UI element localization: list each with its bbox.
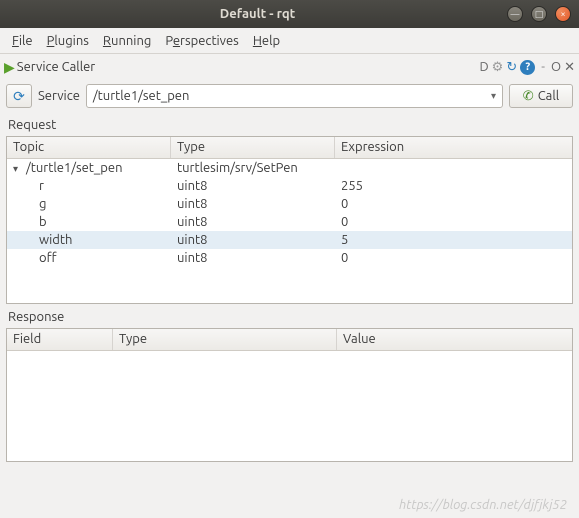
dock-icon[interactable]: D [479, 60, 488, 74]
response-tree[interactable]: Field Type Value [6, 328, 573, 462]
request-header-type[interactable]: Type [171, 137, 335, 158]
response-label: Response [0, 304, 579, 328]
response-header-type[interactable]: Type [113, 329, 337, 350]
table-row[interactable]: guint80 [7, 195, 572, 213]
call-button-label: Call [538, 89, 559, 103]
call-button[interactable]: ✆ Call [509, 84, 573, 108]
plugin-header-controls: D ⚙ ↻ ? - O ✕ [479, 60, 575, 75]
service-label: Service [38, 89, 80, 103]
cell-expression[interactable]: 255 [335, 179, 572, 193]
help-icon[interactable]: ? [520, 60, 535, 75]
service-combobox-value: /turtle1/set_pen [93, 89, 491, 103]
refresh-button[interactable]: ⟳ [6, 84, 32, 108]
cell-type: turtlesim/srv/SetPen [171, 161, 335, 175]
table-row[interactable]: buint80 [7, 213, 572, 231]
request-tree-header: Topic Type Expression [7, 137, 572, 159]
window-title: Default - rqt [8, 7, 507, 21]
response-tree-header: Field Type Value [7, 329, 572, 351]
cell-type: uint8 [171, 179, 335, 193]
maximize-plugin-icon[interactable]: O [551, 60, 561, 74]
phone-icon: ✆ [523, 89, 534, 104]
window-maximize-button[interactable]: □ [531, 6, 547, 22]
table-row[interactable]: ruint8255 [7, 177, 572, 195]
table-row[interactable]: widthuint85 [7, 231, 572, 249]
window-close-button[interactable]: × [555, 6, 571, 22]
table-row[interactable]: ▾ /turtle1/set_penturtlesim/srv/SetPen [7, 159, 572, 177]
menu-help[interactable]: Help [247, 32, 286, 50]
plugin-title: Service Caller [17, 60, 480, 74]
service-combobox[interactable]: /turtle1/set_pen ▾ [86, 84, 503, 108]
request-tree-body: ▾ /turtle1/set_penturtlesim/srv/SetPenru… [7, 159, 572, 267]
chevron-down-icon: ▾ [491, 90, 496, 102]
cell-expression[interactable]: 5 [335, 233, 572, 247]
plugin-header: ▶ Service Caller D ⚙ ↻ ? - O ✕ [0, 54, 579, 80]
menu-plugins[interactable]: Plugins [41, 32, 95, 50]
separator: - [541, 60, 545, 74]
watermark: https://blog.csdn.net/djfjkj52 [399, 498, 567, 512]
expander-icon[interactable]: ▾ [13, 163, 23, 175]
plugin-arrow-icon: ▶ [4, 59, 15, 76]
menu-running[interactable]: Running [97, 32, 157, 50]
cell-type: uint8 [171, 251, 335, 265]
menu-bar: File Plugins Running Perspectives Help [0, 28, 579, 54]
cell-expression[interactable]: 0 [335, 215, 572, 229]
refresh-icon: ⟳ [13, 88, 25, 105]
window-controls: — □ × [507, 6, 571, 22]
response-header-field[interactable]: Field [7, 329, 113, 350]
cell-topic: g [7, 197, 171, 211]
response-header-value[interactable]: Value [337, 329, 572, 350]
request-header-expression[interactable]: Expression [335, 137, 572, 158]
gear-icon[interactable]: ⚙ [492, 60, 504, 75]
cell-topic: off [7, 251, 171, 265]
cell-topic: width [7, 233, 171, 247]
service-row: ⟳ Service /turtle1/set_pen ▾ ✆ Call [0, 80, 579, 112]
table-row[interactable]: offuint80 [7, 249, 572, 267]
cell-topic: b [7, 215, 171, 229]
window-minimize-button[interactable]: — [507, 6, 523, 22]
request-label: Request [0, 112, 579, 136]
cell-topic: ▾ /turtle1/set_pen [7, 161, 171, 175]
request-tree[interactable]: Topic Type Expression ▾ /turtle1/set_pen… [6, 136, 573, 304]
cell-type: uint8 [171, 215, 335, 229]
reload-icon[interactable]: ↻ [506, 60, 517, 75]
cell-expression[interactable]: 0 [335, 197, 572, 211]
menu-perspectives[interactable]: Perspectives [159, 32, 244, 50]
cell-type: uint8 [171, 197, 335, 211]
window-titlebar: Default - rqt — □ × [0, 0, 579, 28]
cell-topic: r [7, 179, 171, 193]
request-header-topic[interactable]: Topic [7, 137, 171, 158]
cell-type: uint8 [171, 233, 335, 247]
cell-expression[interactable]: 0 [335, 251, 572, 265]
menu-file[interactable]: File [6, 32, 39, 50]
close-plugin-icon[interactable]: ✕ [564, 60, 575, 75]
